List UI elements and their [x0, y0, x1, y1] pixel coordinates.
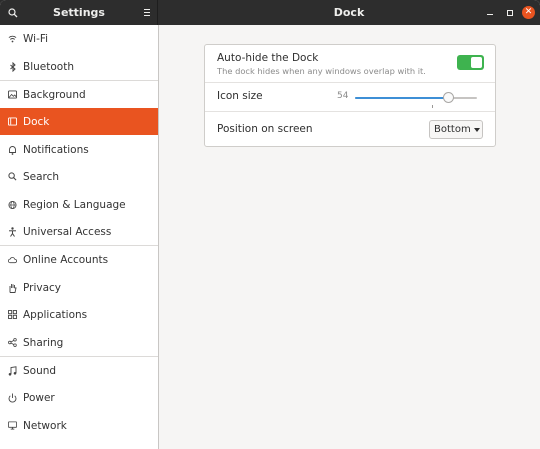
accessibility-icon: [8, 226, 17, 237]
slider-thumb[interactable]: [442, 92, 454, 103]
applications-icon: [8, 310, 17, 320]
sidebar-item-bluetooth[interactable]: Bluetooth: [0, 53, 158, 80]
icon-size-row: Icon size 54: [205, 83, 495, 111]
music-note-icon: [8, 365, 17, 376]
sidebar-item-label: Network: [23, 419, 67, 432]
position-dropdown[interactable]: Bottom: [429, 120, 483, 139]
sidebar-item-label: Power: [23, 391, 55, 404]
position-label: Position on screen: [217, 123, 313, 135]
position-row: Position on screen Bottom: [205, 112, 495, 147]
sidebar-item-label: Bluetooth: [23, 60, 74, 73]
power-icon: [8, 393, 17, 403]
sidebar: Wi-Fi Bluetooth Background Dock Notifica…: [0, 25, 159, 449]
sidebar-item-search[interactable]: Search: [0, 163, 158, 190]
dock-settings-panel: Auto-hide the Dock The dock hides when a…: [159, 25, 540, 449]
network-icon: [8, 421, 17, 431]
cloud-icon: [8, 255, 17, 265]
sidebar-item-network[interactable]: Network: [0, 412, 158, 439]
close-icon: ✕: [524, 7, 533, 17]
sidebar-item-wifi[interactable]: Wi-Fi: [0, 25, 158, 52]
autohide-toggle[interactable]: [457, 55, 484, 70]
position-selected-value: Bottom: [434, 124, 471, 135]
toggle-knob: [471, 57, 482, 68]
minimize-icon: [486, 14, 493, 15]
chevron-down-icon: [473, 127, 480, 132]
icon-size-label: Icon size: [217, 90, 263, 102]
maximize-button[interactable]: [503, 6, 516, 19]
sidebar-item-background[interactable]: Background: [0, 81, 158, 108]
hamburger-menu-button[interactable]: [142, 7, 152, 18]
sidebar-item-notifications[interactable]: Notifications: [0, 136, 158, 163]
sidebar-item-dock[interactable]: Dock: [0, 108, 158, 135]
sidebar-header: Settings: [0, 0, 158, 25]
icon-size-slider[interactable]: [355, 91, 477, 108]
sidebar-item-privacy[interactable]: Privacy: [0, 274, 158, 301]
sidebar-item-power[interactable]: Power: [0, 384, 158, 411]
sidebar-item-label: Notifications: [23, 143, 89, 156]
sidebar-item-label: Universal Access: [23, 225, 112, 238]
sidebar-item-online-accounts[interactable]: Online Accounts: [0, 246, 158, 273]
header-bar: Settings Dock ✕: [0, 0, 540, 25]
maximize-icon: [506, 9, 513, 16]
sidebar-item-label: Search: [23, 170, 60, 183]
bluetooth-icon: [8, 61, 17, 72]
minimize-button[interactable]: [483, 6, 496, 19]
sidebar-item-universal-access[interactable]: Universal Access: [0, 218, 158, 245]
share-icon: [8, 338, 17, 348]
sidebar-item-applications[interactable]: Applications: [0, 301, 158, 328]
sidebar-item-label: Online Accounts: [23, 253, 109, 266]
sidebar-item-sound[interactable]: Sound: [0, 357, 158, 384]
globe-icon: [8, 200, 17, 210]
close-button[interactable]: ✕: [522, 6, 535, 19]
dock-icon: [8, 117, 17, 127]
sidebar-item-label: Background: [23, 88, 86, 101]
sidebar-item-region-language[interactable]: Region & Language: [0, 191, 158, 218]
app-title: Settings: [53, 6, 105, 19]
slider-mark: [432, 105, 434, 108]
privacy-hand-icon: [8, 283, 17, 293]
dock-settings-card: Auto-hide the Dock The dock hides when a…: [204, 44, 496, 147]
sidebar-item-label: Region & Language: [23, 198, 126, 211]
sidebar-item-label: Sound: [23, 364, 57, 377]
sidebar-item-label: Privacy: [23, 281, 62, 294]
notifications-icon: [8, 145, 17, 155]
slider-fill: [355, 97, 449, 99]
sidebar-item-label: Dock: [23, 115, 50, 128]
wifi-icon: [8, 34, 17, 44]
autohide-description: The dock hides when any windows overlap …: [217, 66, 426, 76]
sidebar-item-label: Sharing: [23, 336, 64, 349]
sidebar-item-sharing[interactable]: Sharing: [0, 329, 158, 356]
search-icon: [8, 172, 17, 182]
sidebar-item-label: Applications: [23, 308, 88, 321]
autohide-title: Auto-hide the Dock: [217, 52, 319, 64]
hamburger-menu-icon: [144, 9, 150, 10]
icon-size-value: 54: [337, 91, 349, 101]
settings-window: Settings Dock ✕ Wi-Fi Bluetooth Backgrou…: [0, 0, 540, 449]
background-icon: [8, 90, 17, 100]
autohide-row: Auto-hide the Dock The dock hides when a…: [205, 45, 495, 82]
sidebar-item-label: Wi-Fi: [23, 32, 49, 45]
